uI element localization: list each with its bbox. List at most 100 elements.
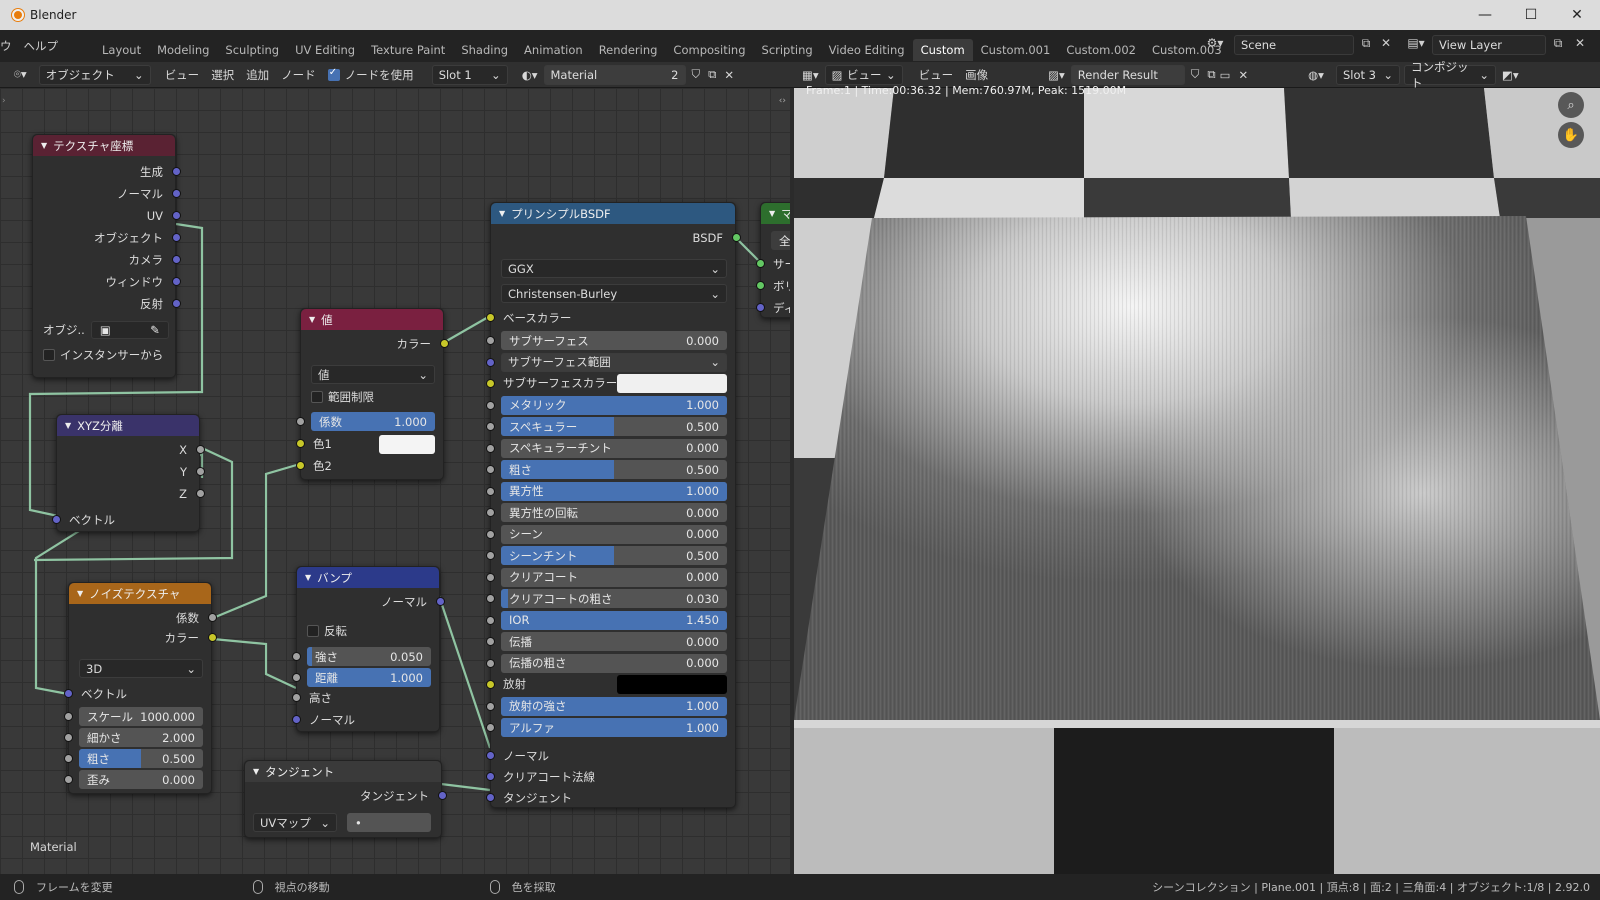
workspace-tab[interactable]: Video Editing <box>821 39 913 61</box>
menu-view[interactable]: ビュー <box>913 65 960 85</box>
output-socket[interactable] <box>196 445 205 454</box>
bsdf-field[interactable]: 異方性の回転 0.000 <box>501 503 727 522</box>
scene-selector[interactable]: Scene <box>1234 35 1354 55</box>
workspace-tab[interactable]: Shading <box>453 39 516 61</box>
bsdf-field[interactable]: 伝播の粗さ 0.000 <box>501 653 727 673</box>
collapse-triangle-icon[interactable]: ▼ <box>309 315 315 324</box>
new-scene-icon[interactable]: ⧉ <box>1356 36 1376 54</box>
delete-view-layer-icon[interactable]: ✕ <box>1570 36 1590 54</box>
bsdf-field[interactable]: シーン 0.000 <box>501 524 727 544</box>
input-socket[interactable] <box>64 775 73 784</box>
collapse-triangle-icon[interactable]: ▼ <box>253 767 259 776</box>
output-socket[interactable] <box>208 613 217 622</box>
delete-scene-icon[interactable]: ✕ <box>1376 36 1396 54</box>
blend-mode-dropdown[interactable]: 値 ⌄ <box>311 365 435 384</box>
workspace-tab[interactable]: Animation <box>516 39 591 61</box>
bsdf-field[interactable]: クリアコート 0.000 <box>501 567 727 587</box>
eyedropper-icon[interactable]: ✎ <box>150 323 160 337</box>
color-swatch[interactable] <box>617 374 727 393</box>
collapse-triangle-icon[interactable]: ▼ <box>41 141 47 150</box>
view-layer-selector[interactable]: View Layer <box>1432 35 1546 55</box>
workspace-tab[interactable]: Scripting <box>754 39 821 61</box>
input-socket[interactable] <box>292 652 301 661</box>
workspace-tab[interactable]: Texture Paint <box>363 39 453 61</box>
output-socket[interactable] <box>172 255 181 264</box>
minimize-button[interactable]: — <box>1462 0 1508 30</box>
input-socket[interactable] <box>64 754 73 763</box>
menu-window[interactable]: ウ <box>0 38 18 54</box>
collapse-triangle-icon[interactable]: ▼ <box>305 573 311 582</box>
color-swatch[interactable] <box>617 675 727 694</box>
overlay-icon[interactable]: ◍▾ <box>1302 65 1330 85</box>
output-socket[interactable] <box>436 597 445 606</box>
bsdf-field[interactable]: シーンチント 0.500 <box>501 546 727 565</box>
workspace-tab[interactable]: UV Editing <box>287 39 363 61</box>
input-socket[interactable] <box>486 772 495 781</box>
node-bump[interactable]: ▼ バンプ ノーマル 反転 強さ 0.050 距離 1.000 高さ ノーマル <box>292 566 445 732</box>
input-socket[interactable] <box>486 594 495 603</box>
node-header[interactable]: ▼ タンジェント <box>245 761 441 782</box>
mode-dropdown[interactable]: オブジェクト ⌄ <box>38 64 151 85</box>
fake-user-shield-icon[interactable]: ⛉ <box>1185 65 1206 85</box>
workspace-tab[interactable]: Rendering <box>591 39 666 61</box>
input-socket[interactable] <box>756 281 765 290</box>
close-button[interactable]: ✕ <box>1554 0 1600 30</box>
node-principled-bsdf[interactable]: ▼ プリンシプルBSDF BSDF GGX ⌄ Christensen-Burley… <box>486 202 741 808</box>
node-separate-xyz[interactable]: ▼ XYZ分離 X Y Z ベクトル <box>52 414 205 532</box>
bsdf-field[interactable]: スペキュラー 0.500 <box>501 417 727 436</box>
input-socket[interactable] <box>486 637 495 646</box>
input-socket[interactable] <box>486 751 495 760</box>
output-socket[interactable] <box>172 277 181 286</box>
view-layer-icon[interactable]: ▤▾ <box>1406 36 1426 54</box>
bsdf-field[interactable]: アルファ 1.000 <box>501 718 727 737</box>
input-socket[interactable] <box>486 508 495 517</box>
node-header[interactable]: ▼ テクスチャ座標 <box>33 135 175 156</box>
bsdf-field[interactable]: サブサーフェス範囲 ⌄ <box>501 352 727 372</box>
menu-select[interactable]: 選択 <box>205 65 240 85</box>
output-socket[interactable] <box>196 467 205 476</box>
input-socket[interactable] <box>64 689 73 698</box>
input-socket[interactable] <box>486 658 495 668</box>
bsdf-field[interactable]: 伝播 0.000 <box>501 632 727 651</box>
output-socket[interactable] <box>172 299 181 308</box>
node-texture-coordinate[interactable]: ▼ テクスチャ座標 生成 ノーマル UV オブジェクト カメラ ウィンドウ 反射 … <box>32 134 181 378</box>
output-socket[interactable] <box>172 233 181 242</box>
collapse-triangle-icon[interactable]: ▼ <box>769 209 775 218</box>
input-socket[interactable] <box>486 443 495 453</box>
menu-view[interactable]: ビュー <box>159 65 206 85</box>
material-browse-icon[interactable]: ◐▾ <box>516 65 544 85</box>
bsdf-field[interactable]: サブサーフェス 0.000 <box>501 331 727 350</box>
duplicate-icon[interactable]: ⧉ <box>706 65 718 85</box>
input-socket[interactable] <box>64 733 73 742</box>
input-socket[interactable] <box>486 465 495 474</box>
output-socket[interactable] <box>196 489 205 498</box>
menu-image[interactable]: 画像 <box>959 65 994 85</box>
workspace-tab[interactable]: Custom <box>912 39 973 61</box>
bsdf-field[interactable]: 異方性 1.000 <box>501 481 727 501</box>
bsdf-field[interactable]: クリアコートの粗さ 0.030 <box>501 589 727 608</box>
dimension-dropdown[interactable]: 3D ⌄ <box>79 659 203 678</box>
input-socket[interactable] <box>52 515 61 524</box>
output-socket[interactable] <box>438 791 447 800</box>
node-tangent[interactable]: ▼ タンジェント タンジェント UVマップ ⌄ • <box>244 760 447 838</box>
node-editor-canvas[interactable]: ▼ テクスチャ座標 生成 ノーマル UV オブジェクト カメラ ウィンドウ 反射 … <box>0 88 790 874</box>
input-socket[interactable] <box>486 551 495 560</box>
view-mode-dropdown[interactable]: ▨ ビュー ⌄ <box>824 64 903 85</box>
node-header[interactable]: ▼ ノイズテクスチャ <box>69 583 211 604</box>
from-instancer-checkbox[interactable]: インスタンサーから <box>43 347 163 363</box>
collapse-triangle-icon[interactable]: ▼ <box>77 589 83 598</box>
node-noise-texture[interactable]: ▼ ノイズテクスチャ 係数 カラー 3D ⌄ ベクトル スケール 1000.000 細か… <box>64 582 217 794</box>
input-socket[interactable] <box>486 336 495 345</box>
display-channels-icon[interactable]: ◩▾ <box>1496 65 1525 85</box>
output-socket[interactable] <box>732 233 741 242</box>
node-header[interactable]: ▼ バンプ <box>297 567 439 588</box>
use-nodes-toggle[interactable]: ノードを使用 <box>322 65 420 85</box>
input-socket[interactable] <box>486 313 495 322</box>
unlink-icon[interactable]: ✕ <box>1233 65 1255 85</box>
input-socket[interactable] <box>486 701 495 711</box>
noise-field[interactable]: 細かさ 2.000 <box>79 728 203 747</box>
sidebar-toggle-right-icon[interactable]: ‹› <box>779 96 786 106</box>
workspace-tab[interactable]: Compositing <box>665 39 753 61</box>
input-socket[interactable] <box>292 715 301 724</box>
input-socket[interactable] <box>486 400 495 410</box>
